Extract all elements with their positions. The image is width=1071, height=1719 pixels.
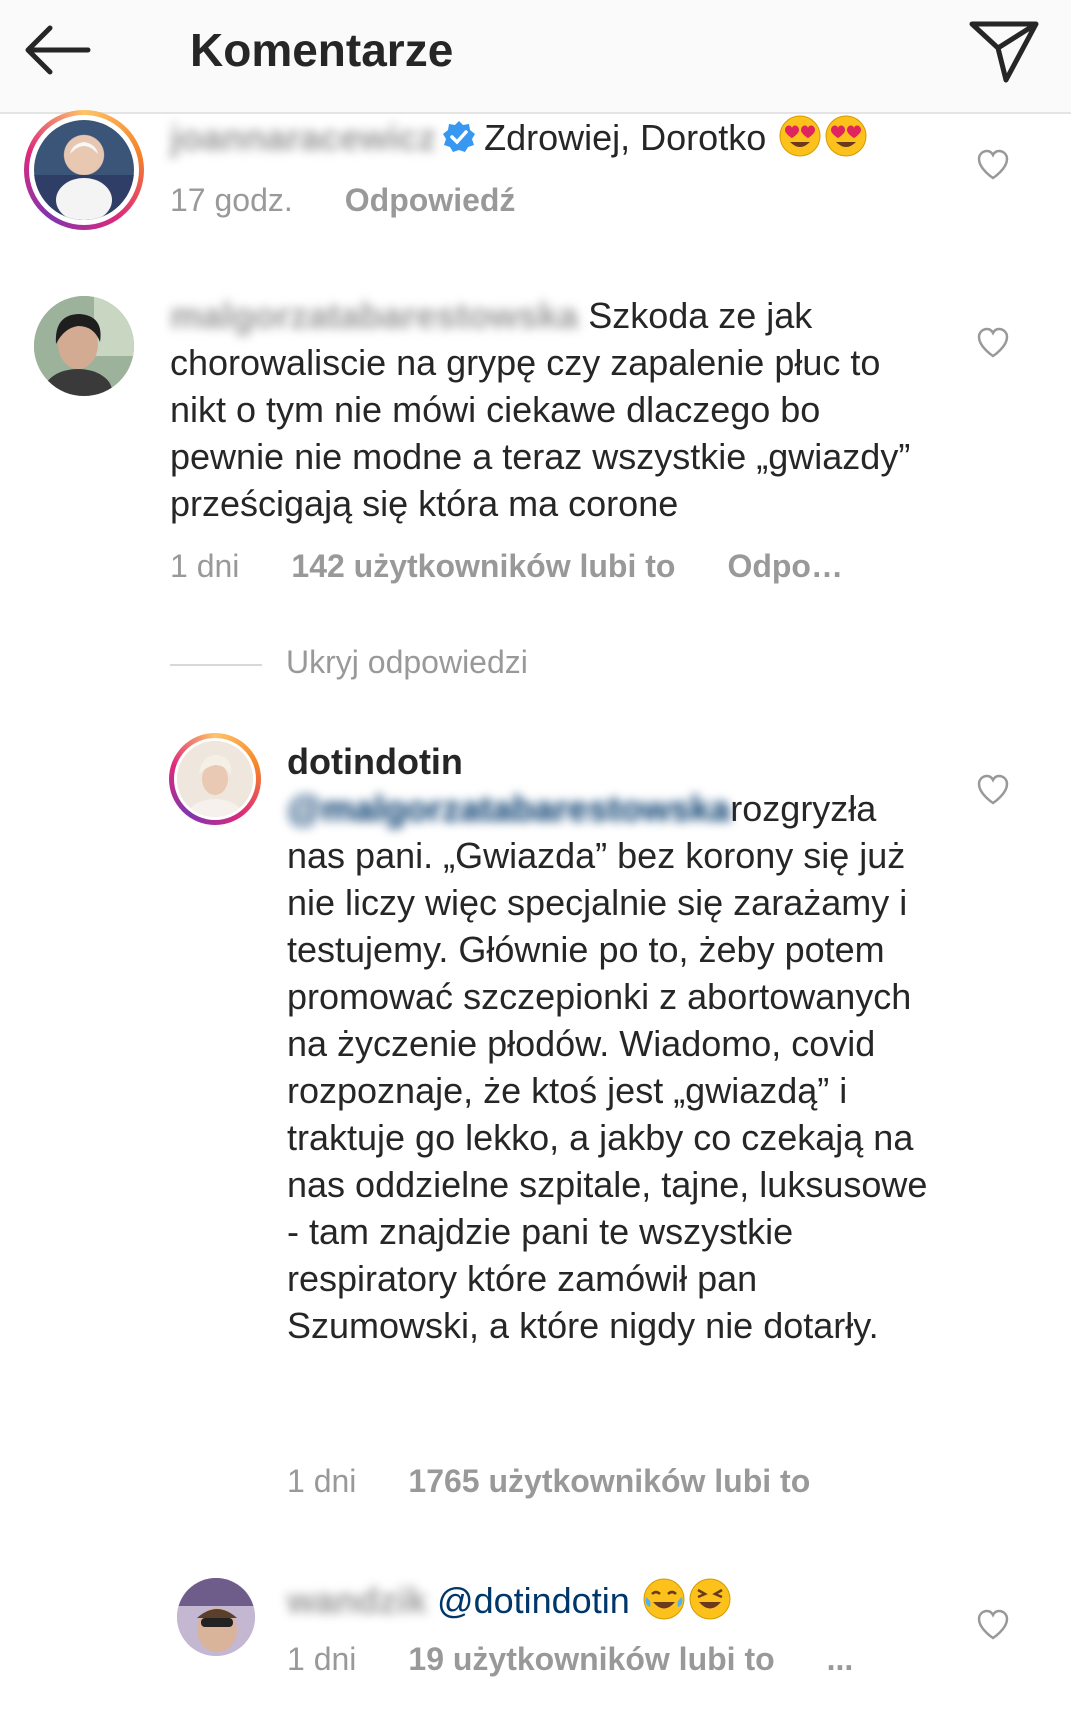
- like-heart-icon[interactable]: [976, 1609, 1010, 1641]
- reply-meta: 1 dni 19 użytkowników lubi to...: [287, 1639, 853, 1679]
- hide-replies-button[interactable]: Ukryj odpowiedzi: [170, 642, 528, 682]
- like-heart-icon[interactable]: [976, 149, 1010, 181]
- reply-time: 1 dni: [287, 1463, 357, 1499]
- comment-meta: 17 godz. Odpowiedź: [170, 180, 515, 220]
- mention-link[interactable]: @malgorzatabarestowska: [287, 785, 730, 832]
- like-heart-icon[interactable]: [976, 774, 1010, 806]
- page-title: Komentarze: [190, 24, 454, 76]
- direct-send-icon[interactable]: [968, 18, 1040, 84]
- comment: malgorzatabarestowska Szkoda ze jak chor…: [170, 292, 940, 527]
- reply-text[interactable]: @dotindotin: [437, 1580, 630, 1621]
- like-heart-icon[interactable]: [976, 327, 1010, 359]
- avatar[interactable]: [177, 1578, 255, 1656]
- back-arrow-icon[interactable]: [20, 22, 92, 78]
- likes-count[interactable]: 142 użytkowników lubi to: [291, 548, 675, 584]
- crying-laughing-emoji-icon: [642, 1577, 686, 1621]
- reply-time: 1 dni: [287, 1641, 357, 1677]
- likes-count[interactable]: 1765 użytkowników lubi to: [408, 1463, 810, 1499]
- laughing-emoji-icon: [688, 1577, 732, 1621]
- reply-meta: 1 dni 1765 użytkowników lubi to: [287, 1461, 862, 1501]
- avatar[interactable]: [34, 296, 134, 396]
- hide-replies-label: Ukryj odpowiedzi: [286, 644, 528, 680]
- heart-eyes-emoji-icon: [824, 114, 868, 158]
- comment-time: 1 dni: [170, 548, 240, 584]
- comment: joannaracewicz Zdrowiej, Dorotko: [170, 114, 868, 161]
- comment-time: 17 godz.: [170, 182, 293, 218]
- reply-text: rozgryzła nas pani. „Gwiazda” bez korony…: [287, 788, 928, 1346]
- comment-meta: 1 dni 142 użytkowników lubi to Odpo…: [170, 546, 843, 586]
- reply-username[interactable]: wandzik: [287, 1577, 427, 1624]
- likes-count[interactable]: 19 użytkowników lubi to: [408, 1641, 774, 1677]
- top-bar: Komentarze: [0, 0, 1071, 114]
- reply-button[interactable]: Odpowiedź: [345, 182, 516, 218]
- comment-text: Zdrowiej, Dorotko: [484, 117, 767, 158]
- reply: dotindotin @malgorzatabarestowska rozgry…: [287, 738, 937, 1349]
- comment-username[interactable]: malgorzatabarestowska: [170, 292, 578, 339]
- reply-button[interactable]: Odpo…: [727, 548, 843, 584]
- divider: [170, 663, 262, 666]
- verified-badge-icon: [442, 118, 476, 152]
- heart-eyes-emoji-icon: [778, 114, 822, 158]
- avatar[interactable]: [34, 120, 134, 220]
- avatar[interactable]: [177, 741, 253, 817]
- reply: wandzik @dotindotin: [287, 1577, 732, 1624]
- reply-username[interactable]: dotindotin: [287, 738, 937, 785]
- more-options-button[interactable]: ...: [827, 1641, 854, 1677]
- comment-username[interactable]: joannaracewicz: [170, 114, 436, 161]
